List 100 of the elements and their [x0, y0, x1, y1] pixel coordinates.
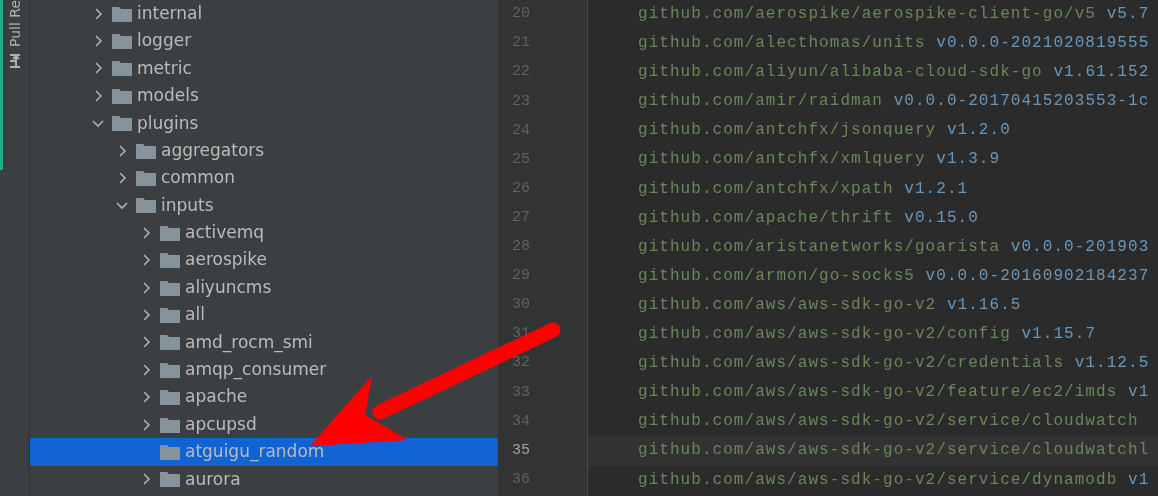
chevron-right-icon[interactable] [116, 144, 128, 157]
module-version: v5.7 [1106, 5, 1150, 23]
folder-icon [160, 224, 180, 241]
chevron-right-icon[interactable] [116, 172, 128, 185]
module-version: v1.2.1 [904, 179, 969, 198]
tree-item[interactable]: models [30, 82, 498, 110]
chevron-right-icon[interactable] [140, 226, 152, 239]
chevron-right-icon[interactable] [92, 89, 104, 102]
tree-item[interactable]: apcupsd [30, 410, 498, 439]
folder-icon [160, 416, 180, 433]
folder-name: metric [137, 56, 192, 80]
folder-name: aggregators [161, 138, 265, 162]
module-path: github.com/aws/aws-sdk-go-v2/service/cloudwatchl [638, 441, 1150, 460]
folder-icon [160, 252, 180, 269]
module-version: v1.61.152 [1053, 63, 1150, 82]
module-path: github.com/aws/aws-sdk-go-v2/service/cloudwatch [638, 412, 1139, 431]
folder-icon [136, 170, 156, 187]
pull-request-icon[interactable] [7, 53, 22, 69]
folder-name: aerospike [185, 248, 267, 272]
chevron-right-icon[interactable] [92, 7, 104, 20]
tree-item[interactable]: apache [30, 383, 498, 411]
module-version: v0.0.0-20160902184237 [925, 266, 1150, 285]
folder-icon [112, 5, 132, 22]
tree-item[interactable]: atguigu_random [30, 438, 498, 466]
module-path: github.com/aws/aws-sdk-go-v2/config [638, 325, 1011, 344]
module-path: github.com/armon/go-socks5 [638, 266, 915, 285]
folder-icon [112, 115, 132, 132]
chevron-right-icon[interactable] [140, 363, 152, 376]
module-path: github.com/aws/aws-sdk-go-v2/feature/ec2/imds [638, 383, 1118, 402]
chevron-right-icon[interactable] [140, 418, 152, 431]
module-version: v1.12.5 [1074, 354, 1150, 373]
tree-item[interactable]: inputs [30, 191, 498, 220]
tree-item[interactable]: amd_rocm_smi [30, 328, 498, 357]
module-path: github.com/apache/thrift [638, 208, 894, 227]
module-path: github.com/alecthomas/units [638, 34, 926, 53]
folder-name: aliyuncms [185, 275, 272, 299]
chevron-down-icon[interactable] [92, 117, 104, 130]
module-path: github.com/antchfx/xpath [638, 179, 894, 198]
module-version: v0.0.0-201903 [1010, 237, 1150, 256]
module-version: v1 [1128, 470, 1150, 489]
chevron-right-icon[interactable] [92, 35, 104, 48]
tool-window-tab[interactable]: Pull Re [7, 0, 22, 47]
folder-icon [160, 471, 180, 488]
tree-item[interactable]: common [30, 164, 498, 192]
module-path: github.com/aliyun/alibaba-cloud-sdk-go [638, 63, 1043, 82]
tree-item[interactable]: aerospike [30, 246, 498, 274]
module-version: v1.15.7 [1021, 325, 1097, 344]
module-path: github.com/antchfx/jsonquery [638, 121, 937, 140]
chevron-right-icon[interactable] [140, 391, 152, 404]
folder-name: models [137, 84, 199, 108]
chevron-right-icon[interactable] [92, 62, 104, 75]
folder-icon [136, 197, 156, 214]
tree-item[interactable]: aurora [30, 465, 498, 494]
folder-name: inputs [161, 193, 214, 217]
folder-name: apcupsd [185, 412, 257, 436]
folder-icon [136, 142, 156, 159]
folder-name: common [161, 166, 236, 190]
folder-icon [160, 389, 180, 406]
tree-item[interactable]: aliyuncms [30, 273, 498, 302]
folder-name: aurora [185, 467, 241, 491]
tree-item[interactable]: amqp_consumer [30, 356, 498, 384]
tree-item[interactable]: aggregators [30, 136, 498, 165]
module-version: v0.15.0 [904, 208, 979, 227]
chevron-right-icon[interactable] [140, 473, 152, 486]
folder-name: amqp_consumer [185, 358, 327, 382]
module-version: v1 [1128, 383, 1150, 402]
module-version: v1.16.5 [946, 295, 1022, 314]
tree-item[interactable]: activemq [30, 219, 498, 247]
folder-name: all [185, 303, 205, 327]
module-path: github.com/antchfx/xmlquery [638, 150, 926, 169]
tree-item[interactable]: plugins [30, 109, 498, 137]
folder-icon [160, 279, 180, 296]
folder-name: amd_rocm_smi [185, 330, 313, 355]
module-path: github.com/aristanetworks/goarista [638, 237, 1001, 256]
folder-icon [112, 60, 132, 77]
tree-item[interactable]: internal [30, 0, 498, 28]
tree-item[interactable]: metric [30, 54, 498, 83]
chevron-right-icon[interactable] [140, 281, 152, 294]
folder-name: atguigu_random [185, 440, 325, 464]
module-version: v0.0.0-20170415203553-1c [893, 92, 1150, 111]
chevron-right-icon[interactable] [140, 309, 152, 321]
module-version: v1.3.9 [936, 150, 1001, 169]
chevron-down-icon[interactable] [116, 199, 128, 212]
tree-item[interactable]: logger [30, 27, 498, 55]
folder-name: plugins [137, 111, 199, 135]
module-path: github.com/aws/aws-sdk-go-v2/service/dynamodb [638, 470, 1118, 489]
folder-name: activemq [185, 221, 265, 245]
module-path: github.com/aws/aws-sdk-go-v2 [638, 295, 937, 314]
chevron-right-icon[interactable] [140, 336, 152, 349]
folder-name: apache [185, 385, 248, 409]
module-version: v0.0.0-2021020819555 [936, 34, 1150, 53]
chevron-right-icon[interactable] [140, 254, 152, 267]
folder-icon [112, 33, 132, 50]
folder-icon [160, 361, 180, 378]
folder-icon [112, 87, 132, 104]
tree-item[interactable]: all [30, 301, 498, 329]
folder-icon [160, 307, 180, 323]
folder-icon [160, 443, 180, 460]
folder-name: internal [137, 1, 203, 25]
folder-icon [160, 334, 180, 351]
